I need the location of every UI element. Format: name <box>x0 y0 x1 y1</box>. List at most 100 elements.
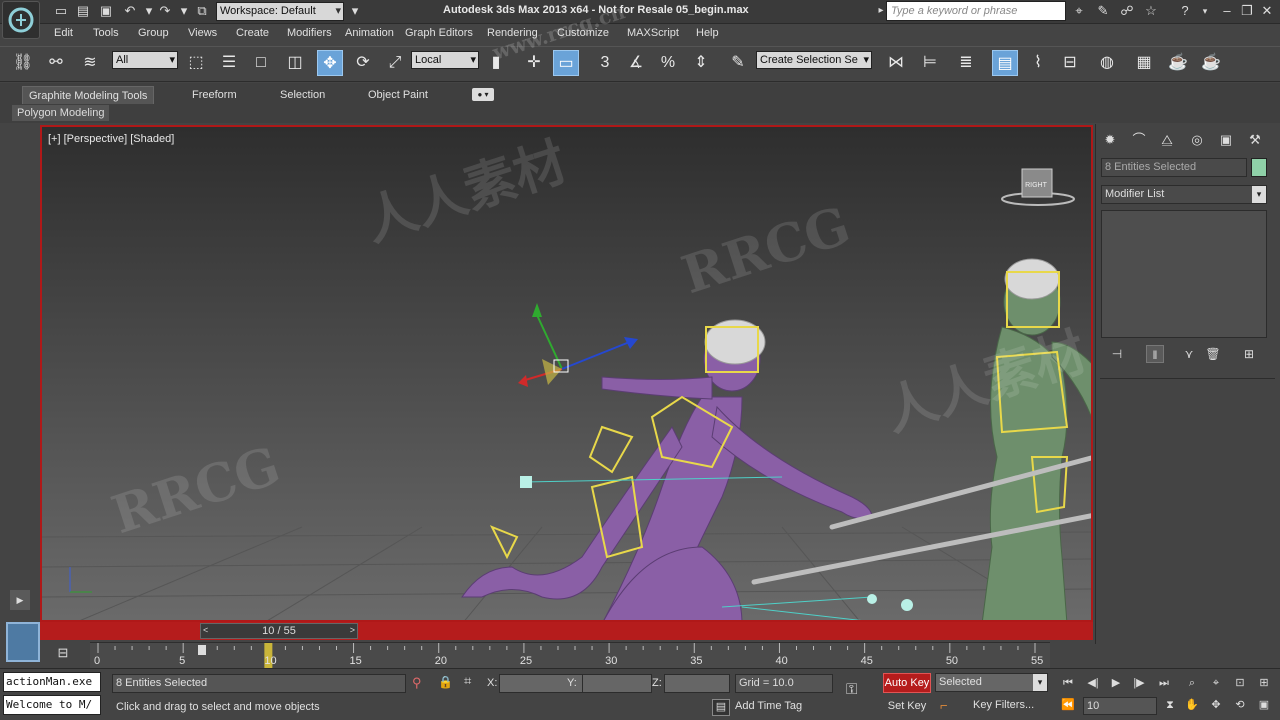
favorites-star-icon[interactable]: ☆ <box>1142 3 1160 19</box>
snaps-toggle-icon[interactable]: 3 <box>592 50 618 76</box>
modifier-list-dropdown[interactable]: Modifier List ▾ <box>1101 185 1267 204</box>
new-file-icon[interactable]: ▭ <box>52 3 70 19</box>
link-icon[interactable]: ⛓ <box>10 50 36 76</box>
play-icon[interactable]: ▶ <box>1106 675 1126 691</box>
rendered-frame-window-icon[interactable]: ☕ <box>1165 50 1191 76</box>
help-dropdown-icon[interactable]: ▾ <box>1196 3 1214 19</box>
show-end-result-icon[interactable]: ‖ <box>1146 345 1164 363</box>
schematic-view-icon[interactable]: ⊟ <box>1057 50 1083 76</box>
redo-icon[interactable]: ↷ <box>156 3 174 19</box>
selection-name-field[interactable]: 8 Entities Selected <box>1101 158 1247 177</box>
menu-help[interactable]: Help <box>696 27 719 39</box>
key-mode-dropdown[interactable]: Selected ▾ <box>935 673 1048 692</box>
select-and-scale-icon[interactable]: ⤢ <box>382 50 408 76</box>
edit-named-selection-icon[interactable]: ✎ <box>725 50 751 76</box>
default-tangent-icon[interactable]: ⌐ <box>940 698 948 713</box>
menu-modifiers[interactable]: Modifiers <box>287 27 332 39</box>
select-and-move-icon[interactable]: ✥ <box>317 50 343 76</box>
orbit-icon[interactable]: ⟲ <box>1230 697 1250 713</box>
align-icon[interactable]: ⊨ <box>917 50 943 76</box>
configure-modifier-sets-icon[interactable]: ⊞ <box>1240 345 1258 363</box>
go-to-start-icon[interactable]: ⏮ <box>1058 675 1078 691</box>
select-object-icon[interactable]: ⬚ <box>183 50 209 76</box>
menu-create[interactable]: Create <box>236 27 269 39</box>
time-slider[interactable]: < 10 / 55 > <box>200 623 358 639</box>
curve-editor-icon[interactable]: ⌇ <box>1025 50 1051 76</box>
help-icon[interactable]: ? <box>1176 3 1194 19</box>
isolate-selection-icon[interactable]: ⚲ <box>412 675 422 691</box>
previous-frame-icon[interactable]: ◀| <box>1083 675 1103 691</box>
time-configuration-icon[interactable]: ⧗ <box>1160 697 1180 713</box>
binoculars-icon[interactable]: ⌖ <box>1070 3 1088 19</box>
time-slider-track[interactable] <box>40 622 1093 640</box>
zoom-extents-all-icon[interactable]: ⊞ <box>1254 675 1274 691</box>
ribbon-options-icon[interactable]: ● ▾ <box>472 88 494 101</box>
restore-window-icon[interactable]: ❐ <box>1238 3 1256 19</box>
create-panel-icon[interactable]: ✹ <box>1100 131 1120 149</box>
set-key-icon[interactable]: ⚿ <box>846 681 857 698</box>
key-filters-button[interactable]: Key Filters... <box>973 699 1034 711</box>
z-coordinate-field[interactable] <box>664 674 730 693</box>
menu-edit[interactable]: Edit <box>54 27 73 39</box>
zoom-all-icon[interactable]: ⌖ <box>1206 675 1226 691</box>
current-frame-field[interactable]: 10 <box>1083 697 1157 715</box>
select-by-name-icon[interactable]: ☰ <box>216 50 242 76</box>
motion-panel-icon[interactable]: ◎ <box>1187 131 1207 149</box>
auto-key-button[interactable]: Auto Key <box>883 673 931 693</box>
tab-graphite-modeling-tools[interactable]: Graphite Modeling Tools <box>22 86 155 104</box>
percent-snap-icon[interactable]: % <box>655 50 681 76</box>
save-file-icon[interactable]: ▣ <box>97 3 115 19</box>
search-input[interactable]: Type a keyword or phrase <box>886 1 1066 21</box>
key-mode-toggle-icon[interactable]: ⏪ <box>1058 697 1078 713</box>
utilities-panel-icon[interactable]: ⚒ <box>1245 131 1265 149</box>
material-editor-icon[interactable]: ◍ <box>1094 50 1120 76</box>
pin-stack-icon[interactable]: ⊣ <box>1108 345 1126 363</box>
selection-filter-dropdown[interactable]: All ▾ <box>112 51 178 69</box>
trackbar[interactable] <box>90 642 1050 669</box>
workspace-dropdown[interactable]: Workspace: Default ▾ <box>216 2 344 21</box>
keyframe-marker[interactable] <box>198 645 206 655</box>
spinner-snap-icon[interactable]: ⇕ <box>688 50 714 76</box>
close-window-icon[interactable]: ✕ <box>1258 3 1276 19</box>
trackbar-menu-icon[interactable]: ⊟ <box>52 645 74 663</box>
hold-icon[interactable]: ⧉ <box>193 3 211 19</box>
maximize-viewport-icon[interactable]: ▣ <box>1254 697 1274 713</box>
customize-quick-access-icon[interactable]: ▾ <box>346 3 364 19</box>
tab-selection[interactable]: Selection <box>274 86 331 104</box>
reference-coordinate-dropdown[interactable]: Local ▾ <box>411 51 479 69</box>
rectangular-selection-icon[interactable]: □ <box>248 50 274 76</box>
angle-snap-icon[interactable]: ∡ <box>623 50 649 76</box>
field-of-view-icon[interactable]: ✋ <box>1182 697 1202 713</box>
tab-freeform[interactable]: Freeform <box>186 86 243 104</box>
zoom-extents-icon[interactable]: ⊡ <box>1230 675 1250 691</box>
y-coordinate-field[interactable] <box>582 674 652 693</box>
open-file-icon[interactable]: ▤ <box>74 3 92 19</box>
pan-view-icon[interactable]: ✥ <box>1206 697 1226 713</box>
display-panel-icon[interactable]: ▣ <box>1216 131 1236 149</box>
menu-maxscript[interactable]: MAXScript <box>627 27 679 39</box>
unlink-icon[interactable]: ⚯ <box>43 50 69 76</box>
menu-animation[interactable]: Animation <box>345 27 394 39</box>
layer-manager-icon[interactable]: ≣ <box>953 50 979 76</box>
go-to-end-icon[interactable]: ⏭ <box>1154 675 1174 691</box>
set-key-button[interactable]: Set Key <box>883 696 931 716</box>
select-and-rotate-icon[interactable]: ⟳ <box>350 50 376 76</box>
menu-tools[interactable]: Tools <box>93 27 119 39</box>
hierarchy-panel-icon[interactable]: ⧋ <box>1157 131 1177 149</box>
zoom-icon[interactable]: ⌕ <box>1182 675 1202 691</box>
selection-color-swatch[interactable] <box>1251 158 1267 177</box>
redo-dropdown-icon[interactable]: ▾ <box>175 3 193 19</box>
tab-object-paint[interactable]: Object Paint <box>362 86 434 104</box>
modifier-stack[interactable] <box>1101 210 1267 338</box>
keyboard-shortcut-override-icon[interactable]: ▭ <box>553 50 579 76</box>
maxscript-listener-top[interactable]: actionMan.exe <box>3 672 101 692</box>
expand-arrow-icon[interactable]: ▶ <box>10 590 30 610</box>
render-setup-icon[interactable]: ▦ <box>1131 50 1157 76</box>
ribbon-panel-polygon-modeling[interactable]: Polygon Modeling <box>12 105 110 121</box>
lock-selection-icon[interactable]: 🔒 <box>438 675 453 689</box>
maxscript-listener-bottom[interactable]: Welcome to M/ <box>3 695 101 715</box>
time-tag-icon[interactable]: ▤ <box>712 699 730 716</box>
add-time-tag[interactable]: Add Time Tag <box>735 700 802 712</box>
menu-graph-editors[interactable]: Graph Editors <box>405 27 473 39</box>
viewport-layout-tab[interactable] <box>6 622 40 662</box>
